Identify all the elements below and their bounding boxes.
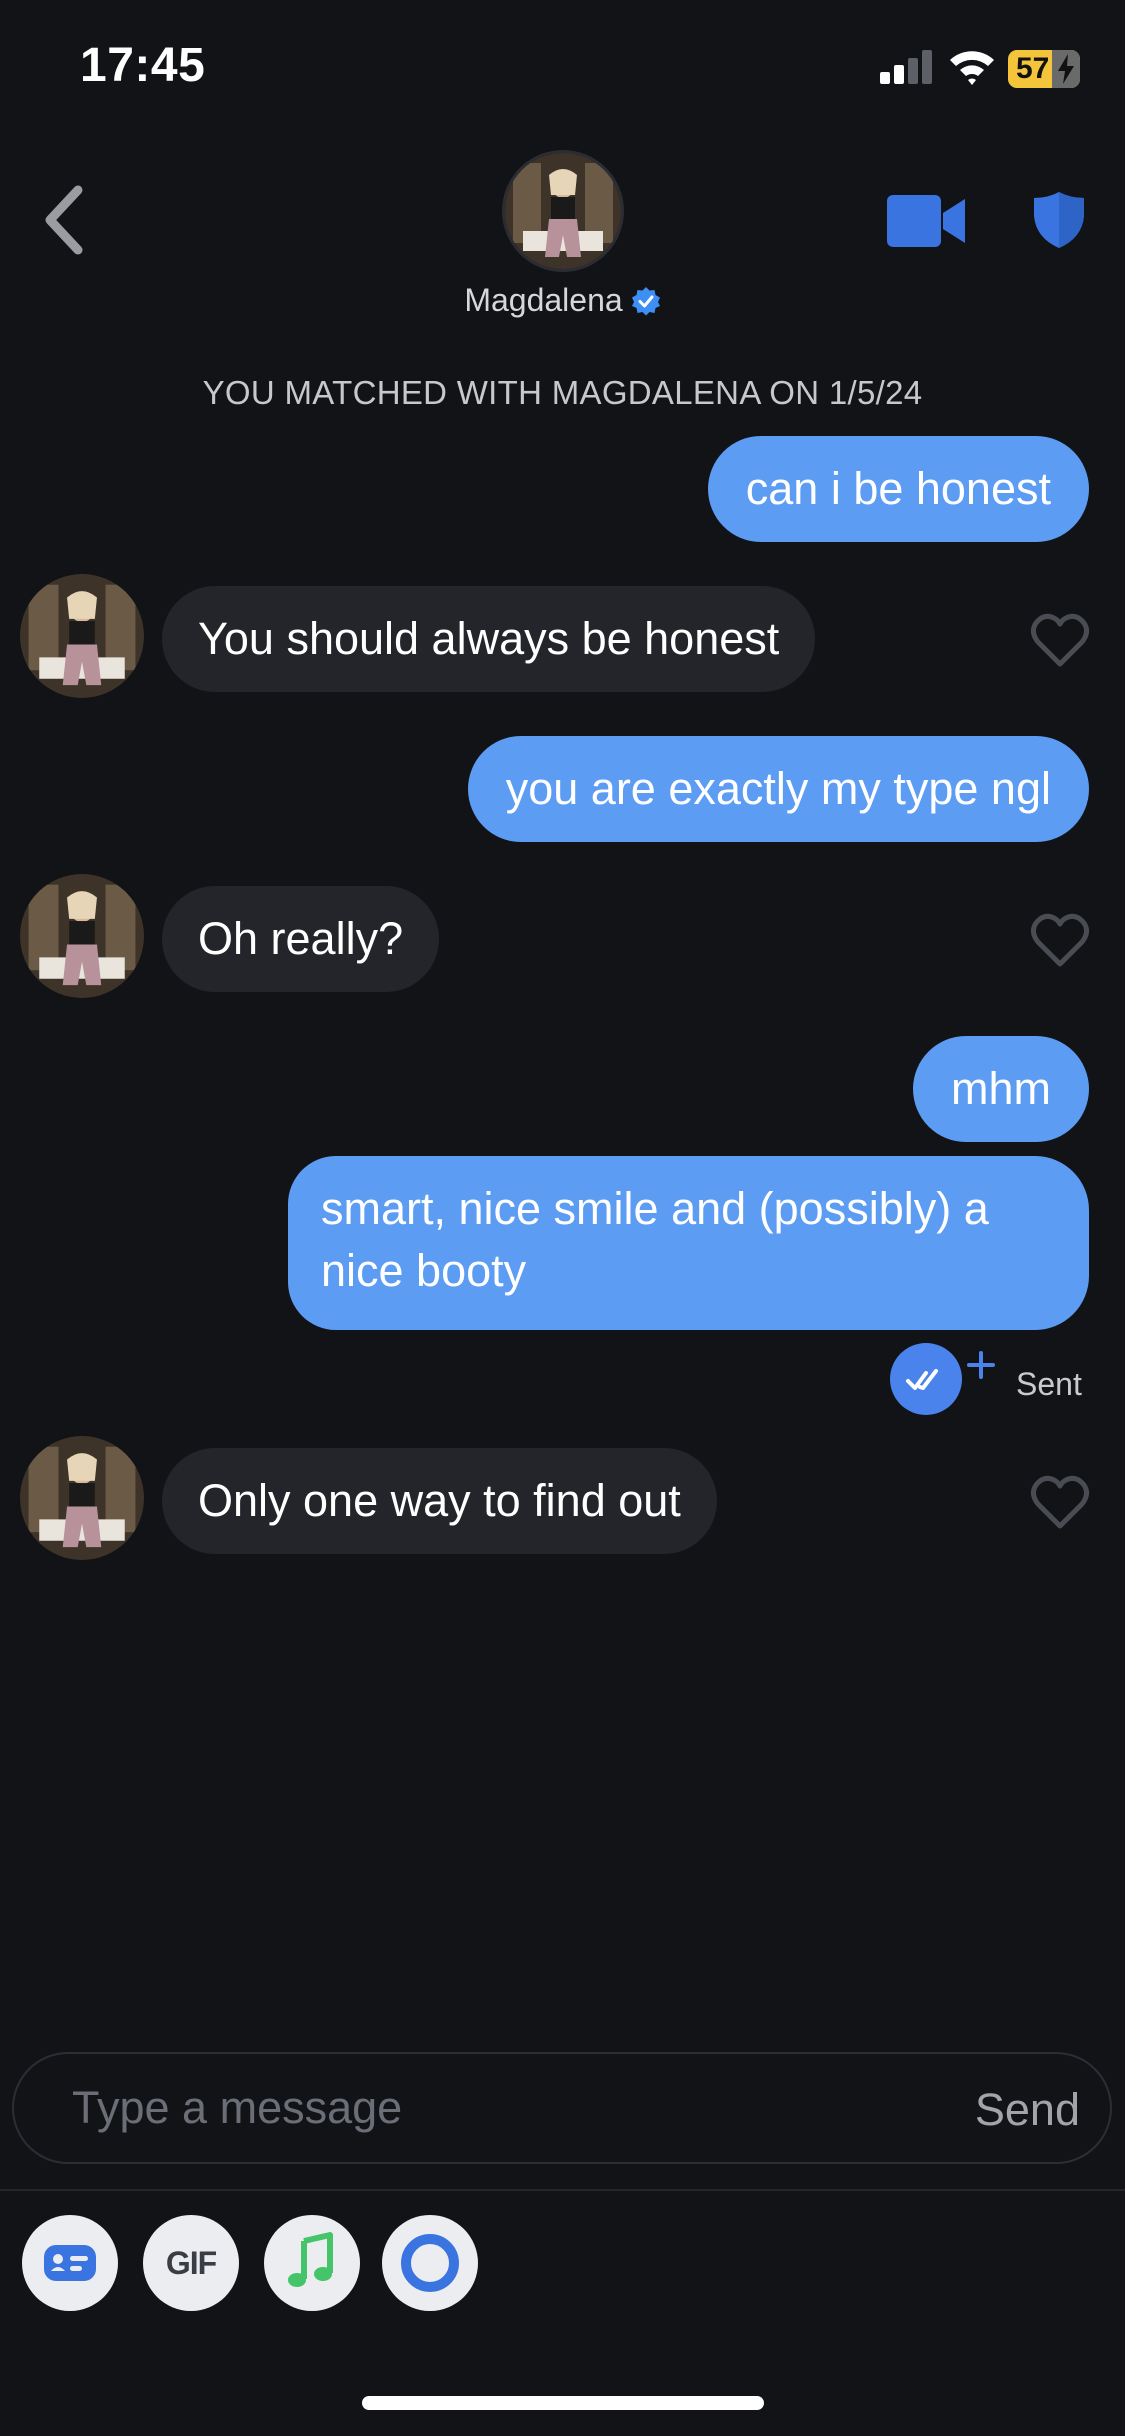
- battery-charging-icon: 57: [1008, 50, 1080, 88]
- match-avatar[interactable]: [502, 150, 624, 272]
- sender-avatar[interactable]: [20, 1436, 144, 1560]
- vibe-ring-icon: [401, 2234, 459, 2292]
- prompt-card-button[interactable]: [22, 2215, 118, 2311]
- sender-avatar[interactable]: [20, 874, 144, 998]
- sender-avatar[interactable]: [20, 574, 144, 698]
- message-line: smart, nice smile and (possibly) a: [321, 1183, 989, 1234]
- like-heart-icon[interactable]: [1030, 912, 1090, 968]
- like-heart-icon[interactable]: [1030, 1474, 1090, 1530]
- match-name: Magdalena: [464, 282, 623, 318]
- message-composer: Send: [12, 2052, 1112, 2164]
- send-button[interactable]: Send: [975, 2084, 1080, 2136]
- outgoing-message[interactable]: smart, nice smile and (possibly) a nice …: [288, 1156, 1089, 1330]
- music-button[interactable]: [264, 2215, 360, 2311]
- home-indicator[interactable]: [362, 2396, 764, 2410]
- incoming-message[interactable]: Oh really?: [162, 886, 440, 992]
- status-time: 17:45: [80, 39, 206, 92]
- incoming-message[interactable]: You should always be honest: [162, 586, 816, 692]
- message-input[interactable]: [72, 2054, 922, 2162]
- gif-button[interactable]: GIF: [143, 2215, 239, 2311]
- wifi-icon: [950, 51, 994, 85]
- read-receipt-badge[interactable]: [890, 1343, 962, 1415]
- incoming-message[interactable]: Only one way to find out: [162, 1448, 717, 1554]
- battery-percent: 57: [1016, 52, 1050, 85]
- plus-icon[interactable]: [966, 1350, 996, 1380]
- message-line: nice booty: [321, 1245, 527, 1296]
- like-heart-icon[interactable]: [1030, 612, 1090, 668]
- match-banner: YOU MATCHED WITH MAGDALENA ON 1/5/24: [202, 374, 923, 411]
- toolbar-divider: [0, 2189, 1125, 2191]
- cellular-signal-icon: [880, 50, 932, 84]
- outgoing-message[interactable]: you are exactly my type ngl: [467, 736, 1089, 842]
- music-note-icon: [288, 2232, 333, 2287]
- outgoing-message[interactable]: can i be honest: [707, 436, 1089, 542]
- double-check-icon: [906, 1369, 938, 1390]
- gif-icon: GIF: [165, 2245, 217, 2281]
- video-call-icon[interactable]: [887, 193, 967, 249]
- vibe-button[interactable]: [382, 2215, 478, 2311]
- safety-shield-icon[interactable]: [1032, 190, 1086, 250]
- verified-badge-icon: [631, 287, 660, 316]
- back-chevron-icon[interactable]: [40, 180, 90, 260]
- sent-status: Sent: [1016, 1366, 1082, 1402]
- prompt-card-icon: [44, 2245, 96, 2281]
- outgoing-message[interactable]: mhm: [913, 1036, 1089, 1142]
- header-title[interactable]: Magdalena: [0, 282, 1125, 319]
